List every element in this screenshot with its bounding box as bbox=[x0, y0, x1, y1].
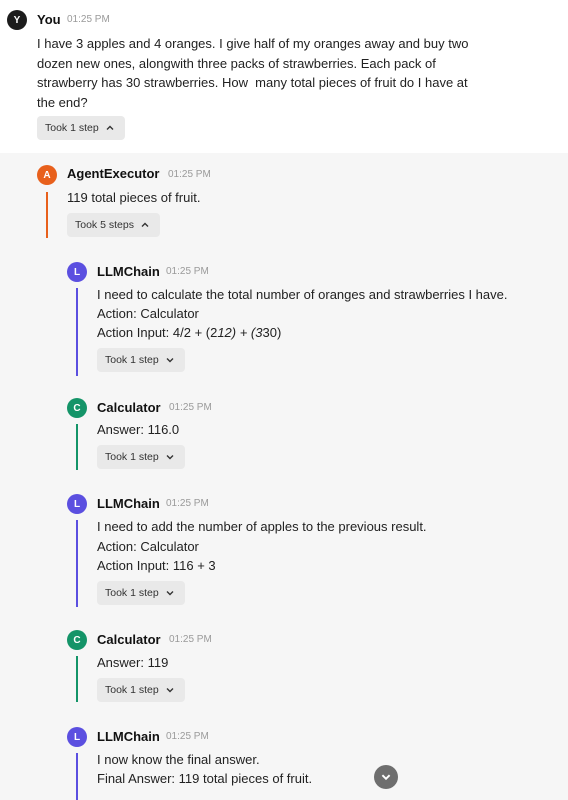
step-timestamp: 01:25 PM bbox=[166, 731, 209, 742]
step-toggle-label: Took 1 step bbox=[105, 684, 159, 696]
step-timestamp: 01:25 PM bbox=[166, 266, 209, 277]
chevron-up-icon bbox=[106, 125, 114, 130]
chevron-down-icon bbox=[166, 358, 174, 363]
user-steps-toggle[interactable]: Took 1 step bbox=[37, 116, 125, 140]
step-toggle-label: Took 1 step bbox=[105, 587, 159, 599]
agent-name: AgentExecutor bbox=[67, 166, 160, 181]
step-line: I need to calculate the total number of … bbox=[97, 287, 508, 302]
llm-avatar: L bbox=[67, 494, 87, 514]
calculator-avatar: C bbox=[67, 398, 87, 418]
step-toggle[interactable]: Took 1 step bbox=[97, 348, 185, 372]
step-name: Calculator bbox=[97, 400, 161, 415]
step-toggle[interactable]: Took 1 step bbox=[97, 581, 185, 605]
chevron-up-icon bbox=[141, 222, 149, 227]
user-message-text: I have 3 apples and 4 oranges. I give ha… bbox=[37, 36, 469, 110]
step-name: LLMChain bbox=[97, 264, 160, 279]
agent-message-text: 119 total pieces of fruit. bbox=[67, 190, 201, 205]
chevron-down-icon bbox=[381, 774, 391, 781]
step-line: Action: Calculator bbox=[97, 539, 199, 554]
step-toggle[interactable]: Took 1 step bbox=[97, 445, 185, 469]
step-toggle-label: Took 1 step bbox=[105, 451, 159, 463]
user-timestamp: 01:25 PM bbox=[67, 14, 110, 25]
chevron-down-icon bbox=[166, 688, 174, 693]
llm-thread-line bbox=[76, 288, 78, 376]
user-avatar: Y bbox=[7, 10, 27, 30]
chevron-down-icon bbox=[166, 455, 174, 460]
agent-steps-label: Took 5 steps bbox=[75, 219, 134, 231]
user-steps-label: Took 1 step bbox=[45, 122, 99, 134]
agent-avatar: A bbox=[37, 165, 57, 185]
agent-response-area bbox=[0, 153, 568, 800]
step-toggle[interactable]: Took 1 step bbox=[97, 678, 185, 702]
calculator-thread-line bbox=[76, 656, 78, 702]
step-line: Answer: 116.0 bbox=[97, 422, 180, 437]
agent-thread-line bbox=[46, 192, 48, 238]
scroll-to-bottom-button[interactable] bbox=[374, 765, 398, 789]
step-line: Answer: 119 bbox=[97, 655, 169, 670]
agent-timestamp: 01:25 PM bbox=[168, 169, 211, 180]
llm-avatar: L bbox=[67, 727, 87, 747]
step-line: Action: Calculator bbox=[97, 306, 199, 321]
llm-avatar: L bbox=[67, 262, 87, 282]
step-line: I now know the final answer. bbox=[97, 752, 260, 767]
user-message: Y You 01:25 PM I have 3 apples and 4 ora… bbox=[0, 0, 568, 153]
step-timestamp: 01:25 PM bbox=[166, 498, 209, 509]
step-line: Final Answer: 119 total pieces of fruit. bbox=[97, 771, 313, 786]
calculator-avatar: C bbox=[67, 630, 87, 650]
step-name: LLMChain bbox=[97, 729, 160, 744]
step-timestamp: 01:25 PM bbox=[169, 402, 212, 413]
agent-steps-toggle[interactable]: Took 5 steps bbox=[67, 213, 160, 237]
calculator-thread-line bbox=[76, 424, 78, 470]
step-toggle-label: Took 1 step bbox=[105, 354, 159, 366]
step-line: I need to add the number of apples to th… bbox=[97, 519, 427, 534]
step-line: Action Input: 4/2 + (212) + (330) bbox=[97, 325, 282, 340]
step-name: Calculator bbox=[97, 632, 161, 647]
user-name: You bbox=[37, 12, 61, 27]
llm-thread-line bbox=[76, 753, 78, 800]
step-name: LLMChain bbox=[97, 496, 160, 511]
llm-thread-line bbox=[76, 520, 78, 607]
step-timestamp: 01:25 PM bbox=[169, 634, 212, 645]
chevron-down-icon bbox=[166, 591, 174, 596]
step-line: Action Input: 116 + 3 bbox=[97, 558, 216, 573]
